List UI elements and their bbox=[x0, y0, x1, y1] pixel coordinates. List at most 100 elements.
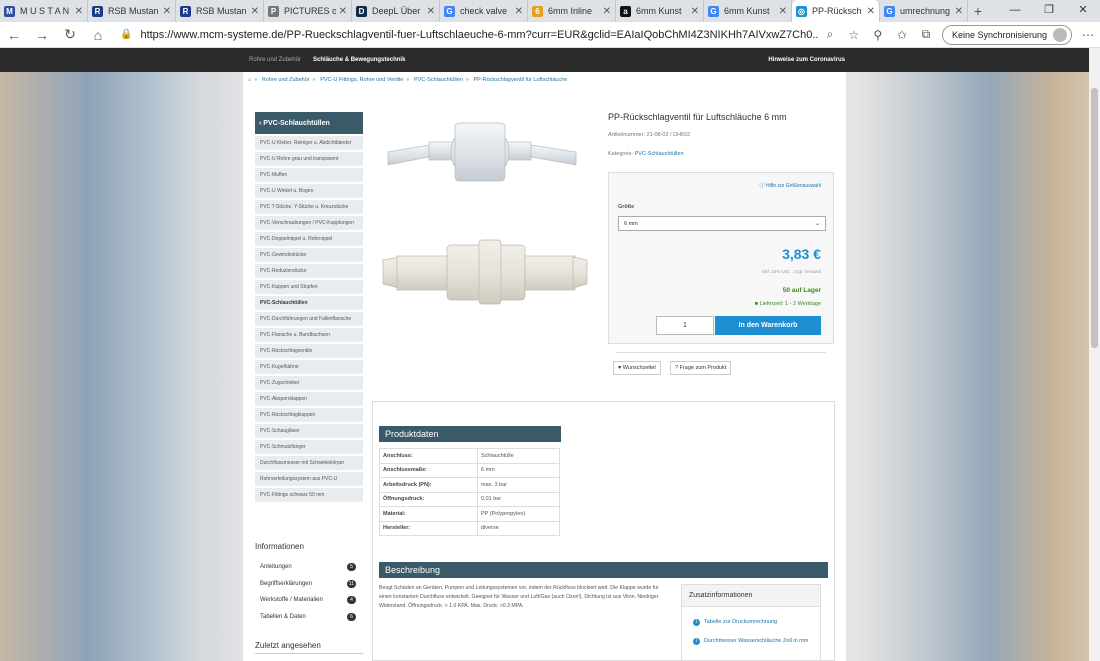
nav-item-corona[interactable]: Hinweise zum Coronavirus bbox=[768, 57, 845, 63]
extra-link-pressure[interactable]: i Tabelle zur Druckumrechnung bbox=[693, 618, 813, 627]
star-icon[interactable]: ☆ bbox=[842, 28, 866, 42]
category-item[interactable]: PVC-Kugelhähne bbox=[255, 360, 363, 374]
tab-close-icon[interactable]: ✕ bbox=[603, 6, 611, 17]
nav-item-schlaeuche[interactable]: Schläuche & Bewegungstechnik bbox=[313, 57, 405, 63]
breadcrumb-item[interactable]: Rohre und Zubehör bbox=[262, 77, 310, 83]
tab-title: 6mm Inline bbox=[548, 6, 593, 16]
category-item[interactable]: PVC-Verschraubungen / PVC-Kupplungen bbox=[255, 216, 363, 230]
category-item[interactable]: PVC-U Rohre grau und transparent bbox=[255, 152, 363, 166]
info-item[interactable]: Anleitungen 5 bbox=[260, 563, 356, 571]
browser-tab[interactable]: Gumrechnung ✕ bbox=[880, 0, 968, 22]
breadcrumb-item[interactable]: PVC-Schlauchtüllen bbox=[414, 77, 463, 83]
category-link[interactable]: PVC-Schlauchtüllen bbox=[635, 151, 684, 157]
home-icon[interactable]: ⌂ bbox=[84, 27, 112, 43]
category-header-label: PVC-Schlauchtüllen bbox=[263, 119, 330, 127]
breadcrumb-item[interactable]: PVC-U Fittings, Rohre und Ventile bbox=[320, 77, 403, 83]
category-item[interactable]: PVC-Gewindestücke bbox=[255, 248, 363, 262]
browser-tab[interactable]: D DeepL Über ✕ bbox=[352, 0, 440, 22]
category-item[interactable]: PVC-Zugschieber bbox=[255, 376, 363, 390]
size-value: 6 mm bbox=[624, 221, 638, 227]
reload-icon[interactable]: ↻ bbox=[56, 26, 84, 43]
tab-close-icon[interactable]: ✕ bbox=[779, 6, 787, 17]
spec-value: diverse bbox=[477, 520, 560, 536]
browser-tab[interactable]: G 6mm Kunst ✕ bbox=[704, 0, 792, 22]
favorites-icon[interactable]: ✩ bbox=[890, 28, 914, 42]
tab-title: umrechnung bbox=[900, 6, 951, 16]
back-icon[interactable]: ← bbox=[0, 27, 28, 43]
category-item[interactable]: PVC-U Winkel u. Bogen bbox=[255, 184, 363, 198]
category-item[interactable]: PVC-Reduzierstücke bbox=[255, 264, 363, 278]
tab-close-icon[interactable]: ✕ bbox=[691, 6, 699, 17]
info-item[interactable]: Tabellen & Daten 6 bbox=[260, 612, 356, 621]
category-item[interactable]: PVC-Absperrklappen bbox=[255, 392, 363, 406]
browser-tab[interactable]: R RSB Mustan ✕ bbox=[88, 0, 176, 22]
info-icon: i bbox=[693, 619, 700, 626]
tab-close-icon[interactable]: ✕ bbox=[251, 6, 259, 17]
extension-icon[interactable]: ⚲ bbox=[866, 28, 890, 42]
close-window-icon[interactable]: ✕ bbox=[1066, 0, 1100, 22]
tab-close-icon[interactable]: ✕ bbox=[867, 6, 875, 17]
tab-close-icon[interactable]: ✕ bbox=[427, 6, 435, 17]
tab-close-icon[interactable]: ✕ bbox=[339, 6, 347, 17]
category-item[interactable]: PVC-Kappen und Stopfen bbox=[255, 280, 363, 294]
category-header[interactable]: ‹ PVC-Schlauchtüllen bbox=[255, 112, 363, 134]
tab-favicon-icon: 6 bbox=[532, 5, 543, 17]
forward-icon[interactable]: → bbox=[28, 27, 56, 43]
browser-tab[interactable]: a 6mm Kunst ✕ bbox=[616, 0, 704, 22]
browser-tab[interactable]: Gcheck valve ✕ bbox=[440, 0, 528, 22]
size-help-link[interactable]: ⓘ Hilfe zur Größenauswahl bbox=[760, 182, 821, 189]
category-item[interactable]: PVC-Muffen bbox=[255, 168, 363, 182]
scrollbar-thumb[interactable] bbox=[1091, 88, 1098, 348]
category-item[interactable]: PVC-Rückschlagventile bbox=[255, 344, 363, 358]
extra-link-diameter[interactable]: i Durchmesser Wasserschläuche Zoll in mm bbox=[693, 637, 813, 646]
table-row: Öffnungsdruck: 0,01 bar bbox=[379, 491, 560, 507]
tab-strip: M M U S T A N ✕ R RSB Mustan ✕ R RSB Mustan ✕ P PI… bbox=[0, 0, 1100, 22]
home-icon[interactable]: ⌂ bbox=[248, 77, 251, 83]
browser-tab[interactable]: P PICTURES of ✕ bbox=[264, 0, 352, 22]
browser-tab[interactable]: 6 6mm Inline ✕ bbox=[528, 0, 616, 22]
category-item[interactable]: PVC T-Stücke, Y-Stücke u. Kreuzstücke bbox=[255, 200, 363, 214]
tab-close-icon[interactable]: ✕ bbox=[163, 6, 171, 17]
category-item[interactable]: PVC-Rückschlagklappen bbox=[255, 408, 363, 422]
more-icon[interactable]: ⋯ bbox=[1076, 28, 1100, 42]
search-icon[interactable]: ⌕ bbox=[818, 27, 842, 42]
category-item[interactable]: PVC-Durchführungen und Fallenflansche bbox=[255, 312, 363, 326]
breadcrumb: ⌂» Rohre und Zubehör» PVC-U Fittings, Ro… bbox=[248, 77, 568, 83]
category-item[interactable]: PVC-Schaugläser bbox=[255, 424, 363, 438]
wishlist-button[interactable]: ♥ Wunschzettel bbox=[613, 361, 661, 375]
category-item[interactable]: PVC-Flansche u. Bundbuchsen bbox=[255, 328, 363, 342]
category-item[interactable]: PVC-U Kleber, Reiniger u. Abdichtbänder bbox=[255, 136, 363, 150]
product-image[interactable] bbox=[371, 112, 607, 312]
sync-button[interactable]: Keine Synchronisierung bbox=[941, 24, 1072, 45]
breadcrumb-item[interactable]: PP-Rückschlagventil für Luftschläuche bbox=[473, 77, 567, 83]
category-item[interactable]: PVC-Fittings schwarz 50 mm bbox=[255, 488, 363, 502]
browser-tab[interactable]: R RSB Mustan ✕ bbox=[176, 0, 264, 22]
spec-key: Arbeitsdruck (PN): bbox=[379, 477, 478, 493]
quantity-input[interactable]: 1 bbox=[656, 316, 714, 335]
maximize-icon[interactable]: ❐ bbox=[1032, 0, 1066, 22]
scrollbar[interactable] bbox=[1089, 48, 1100, 661]
tab-close-icon[interactable]: ✕ bbox=[955, 6, 963, 17]
new-tab-icon[interactable]: + bbox=[968, 3, 988, 19]
size-select[interactable]: 6 mm ⌄ bbox=[618, 216, 826, 231]
tab-close-icon[interactable]: ✕ bbox=[515, 6, 523, 17]
ask-question-button[interactable]: ? Frage zum Produkt bbox=[670, 361, 732, 375]
info-item-label: Anleitungen bbox=[260, 564, 292, 570]
minimize-icon[interactable]: — bbox=[998, 0, 1032, 22]
category-item[interactable]: PVC-Schlauchtüllen bbox=[255, 296, 363, 310]
info-item[interactable]: Begriffserklärungen 11 bbox=[260, 579, 356, 588]
nav-item-rohre[interactable]: Rohre und Zubehör bbox=[249, 57, 301, 63]
add-to-cart-button[interactable]: In den Warenkorb bbox=[715, 316, 821, 335]
address-bar[interactable]: 🔒 https://www.mcm-systeme.de/PP-Ruecksch… bbox=[120, 25, 818, 45]
category-item[interactable]: Durchflussmesser mit Schwebekörper bbox=[255, 456, 363, 470]
browser-tab[interactable]: ◎ PP-Rücksch ✕ bbox=[792, 0, 880, 22]
category-item[interactable]: PVC-Doppelnippel u. Rohrnippel bbox=[255, 232, 363, 246]
browser-tab[interactable]: M M U S T A N ✕ bbox=[0, 0, 88, 22]
collections-icon[interactable]: ⧉ bbox=[914, 27, 938, 42]
category-item[interactable]: PVC-Schmutzfänger bbox=[255, 440, 363, 454]
category-item[interactable]: Rohrverteilungssystem aus PVC-U bbox=[255, 472, 363, 486]
tab-close-icon[interactable]: ✕ bbox=[75, 6, 83, 17]
tab-title: DeepL Über bbox=[372, 6, 421, 16]
info-item[interactable]: Werkstoffe / Materialien 4 bbox=[260, 596, 356, 604]
url-text: https://www.mcm-systeme.de/PP-Rueckschla… bbox=[140, 28, 818, 41]
